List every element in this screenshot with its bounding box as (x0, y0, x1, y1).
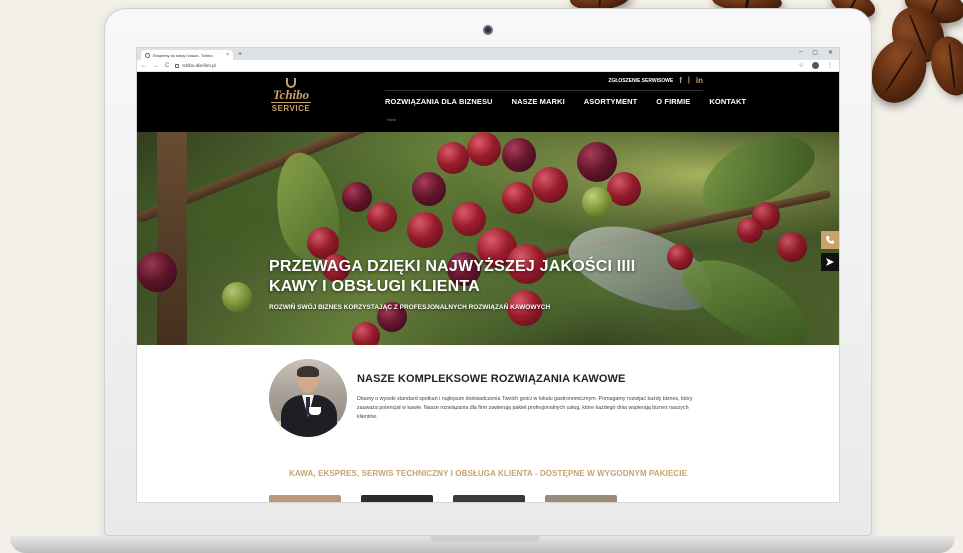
bookmark-star-icon[interactable]: ☆ (799, 62, 804, 69)
send-message-button[interactable] (821, 253, 839, 271)
tchibo-service-logo[interactable]: Tchibo SERVICE (265, 78, 317, 124)
nav-item-business-solutions[interactable]: ROZWIĄZANIA DLA BIZNESU (385, 97, 493, 106)
social-separator: | (687, 77, 690, 84)
nav-item-assortment[interactable]: ASORTYMENT (584, 97, 638, 106)
webcam-icon (483, 25, 493, 35)
hero-title-line2: KAWY I OBSŁUGI KLIENTA (269, 278, 480, 295)
header-topbar: ZGŁOSZENIE SERWISOWE f | in (608, 76, 703, 85)
laptop-screen: Ekspresy do kawy i kawa - Tchibo × + – ▢… (136, 47, 840, 503)
section-title: NASZE KOMPLEKSOWE ROZWIĄZANIA KAWOWE (357, 373, 626, 385)
nav-item-about[interactable]: O FIRMIE (656, 97, 690, 106)
new-tab-button[interactable]: + (238, 50, 242, 60)
nav-item-our-brands[interactable]: NASZE MARKI (512, 97, 565, 106)
browser-tabbar: Ekspresy do kawy i kawa - Tchibo × + – ▢… (137, 48, 839, 60)
logo-brand: Tchibo (272, 87, 310, 102)
nav-item-contact[interactable]: KONTAKT (709, 97, 746, 106)
package-thumb[interactable] (361, 495, 433, 502)
logo-divider (271, 102, 311, 103)
linkedin-icon[interactable]: in (696, 76, 703, 85)
reload-button[interactable]: C (165, 63, 169, 69)
businessman-photo (269, 359, 347, 437)
back-button[interactable]: ← (141, 63, 147, 69)
hero-subtitle: ROZWIŃ SWÓJ BIZNES KORZYSTAJĄC Z PROFESJ… (269, 304, 551, 311)
profile-avatar-icon[interactable] (812, 62, 819, 69)
facebook-icon[interactable]: f (679, 76, 682, 85)
photo-hair (297, 366, 319, 377)
forward-button[interactable]: → (153, 63, 159, 69)
toolbar-right: ☆ ⋮ (799, 62, 833, 69)
section-text: Dbamy o wysoki standard spotkań i najlep… (357, 396, 693, 420)
hero-title-line1: PRZEWAGA DZIĘKI NAJWYŻSZEJ JAKOŚCI IIII (269, 258, 636, 275)
hero-banner: PRZEWAGA DZIĘKI NAJWYŻSZEJ JAKOŚCI IIII … (137, 132, 839, 345)
package-title: KAWA, EKSPRES, SERWIS TECHNICZNY I OBSŁU… (288, 469, 688, 478)
send-icon (826, 258, 834, 266)
package-thumb[interactable] (453, 495, 525, 502)
close-window-button[interactable]: ✕ (828, 49, 833, 56)
package-thumbnails (269, 495, 617, 502)
tab-title: Ekspresy do kawy i kawa - Tchibo (153, 52, 213, 58)
browser-menu-icon[interactable]: ⋮ (827, 62, 833, 69)
url-text: tchibo-dla-firm.pl (182, 63, 216, 68)
logo-sub: SERVICE (271, 104, 311, 113)
site-header: Tchibo SERVICE ZGŁOSZENIE SERWISOWE f | … (137, 72, 839, 132)
favicon-icon (145, 52, 150, 58)
tab-close-icon[interactable]: × (226, 52, 229, 58)
browser-toolbar: ← → C tchibo-dla-firm.pl ☆ ⋮ (137, 60, 839, 72)
lock-icon (175, 63, 180, 68)
hero-title: PRZEWAGA DZIĘKI NAJWYŻSZEJ JAKOŚCI IIII … (269, 257, 635, 297)
breadcrumb[interactable]: Home (387, 118, 396, 122)
package-thumb[interactable] (269, 495, 341, 502)
package-thumb[interactable] (545, 495, 617, 502)
service-request-link[interactable]: ZGŁOSZENIE SERWISOWE (608, 78, 673, 84)
window-controls: – ▢ ✕ (799, 49, 833, 56)
header-divider (385, 90, 703, 91)
address-bar[interactable]: tchibo-dla-firm.pl (175, 63, 216, 68)
minimize-button[interactable]: – (799, 49, 802, 56)
maximize-button[interactable]: ▢ (812, 49, 818, 56)
coffee-cup-icon (309, 407, 321, 415)
hero-overlay (137, 132, 839, 345)
laptop-notch (430, 536, 540, 542)
browser-tab[interactable]: Ekspresy do kawy i kawa - Tchibo × (141, 50, 233, 60)
phone-icon (826, 236, 834, 244)
main-nav: ROZWIĄZANIA DLA BIZNESU NASZE MARKI ASOR… (385, 97, 746, 106)
content-section: NASZE KOMPLEKSOWE ROZWIĄZANIA KAWOWE Dba… (137, 345, 839, 502)
phone-contact-button[interactable] (821, 231, 839, 249)
